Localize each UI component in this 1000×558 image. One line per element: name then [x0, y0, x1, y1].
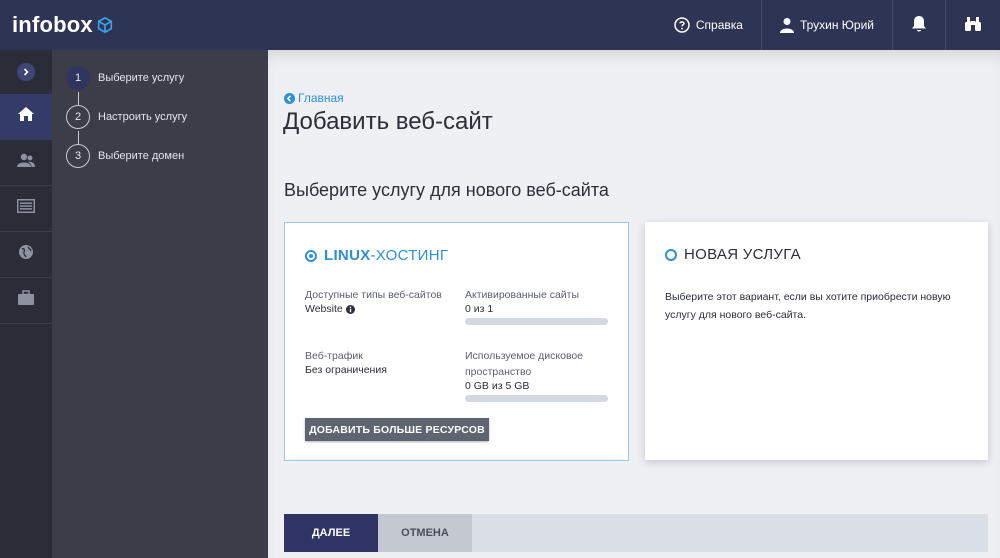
top-bar: infobox Справка Трухин Юрий — [0, 0, 1000, 50]
step-3[interactable]: 3 Выберите домен — [66, 144, 184, 168]
users-icon — [17, 153, 35, 172]
step-number: 2 — [66, 105, 90, 129]
add-resources-button[interactable]: ДОБАВИТЬ БОЛЬШЕ РЕСУРСОВ — [305, 418, 489, 441]
step-number: 1 — [66, 66, 90, 90]
service-card-linux-hosting[interactable]: LINUX-ХОСТИНГ Доступные типы веб-сайтов … — [284, 222, 629, 461]
service-card-new[interactable]: НОВАЯ УСЛУГА Выберите этот вариант, если… — [645, 222, 988, 460]
user-label: Трухин Юрий — [799, 18, 874, 32]
card-title-text: НОВАЯ УСЛУГА — [684, 246, 801, 263]
step-connector — [77, 131, 79, 144]
chevron-right-icon — [17, 63, 35, 81]
step-label: Настроить услугу — [98, 111, 188, 123]
binoculars-icon — [964, 16, 982, 35]
notifications-button[interactable] — [892, 0, 945, 50]
search-button[interactable] — [945, 0, 1000, 50]
step-number: 3 — [66, 144, 90, 168]
card-description: Выберите этот вариант, если вы хотите пр… — [665, 291, 951, 321]
site-types-value: Website — [305, 303, 355, 315]
activated-value: 0 из 1 — [465, 303, 494, 315]
info-icon[interactable] — [345, 304, 355, 314]
radio-selected[interactable] — [305, 249, 317, 262]
cube-icon — [97, 16, 112, 34]
icon-rail — [0, 50, 52, 558]
list-icon — [17, 199, 35, 218]
traffic-value: Без ограничения — [305, 364, 387, 376]
step-2[interactable]: 2 Настроить услугу — [66, 105, 187, 129]
breadcrumb-home[interactable]: Главная — [284, 91, 344, 105]
globe-icon — [18, 244, 34, 265]
site-types-text: Website — [305, 303, 343, 315]
action-bar: ДАЛЕЕ ОТМЕНА — [284, 514, 988, 552]
help-label: Справка — [695, 18, 743, 32]
page-title: Добавить веб-сайт — [283, 108, 493, 135]
card-title: НОВАЯ УСЛУГА — [665, 246, 801, 263]
activated-progress-bar — [465, 318, 608, 325]
activated-label: Активированные сайты — [465, 289, 580, 301]
nav-services[interactable] — [0, 278, 52, 324]
step-label: Выберите услугу — [98, 72, 185, 84]
title-prefix: LINUX — [324, 247, 371, 264]
disk-value: 0 GB из 5 GB — [465, 380, 530, 392]
traffic-label: Веб-трафик — [305, 350, 363, 362]
step-label: Выберите домен — [98, 150, 185, 162]
card-title: LINUX-ХОСТИНГ — [305, 247, 448, 264]
cancel-button[interactable]: ОТМЕНА — [378, 514, 472, 552]
nav-billing[interactable] — [0, 186, 52, 232]
wizard-steps: 1 Выберите услугу 2 Настроить услугу 3 В… — [52, 50, 268, 558]
logo-text: infobox — [12, 12, 93, 37]
next-button[interactable]: ДАЛЕЕ — [284, 514, 378, 552]
briefcase-icon — [17, 290, 35, 311]
home-icon — [17, 106, 35, 127]
nav-users[interactable] — [0, 140, 52, 186]
step-connector — [77, 92, 79, 105]
nav-home[interactable] — [0, 94, 52, 140]
site-types-label: Доступные типы веб-сайтов — [305, 289, 442, 301]
nav-domains[interactable] — [0, 232, 52, 278]
logo[interactable]: infobox — [12, 12, 114, 38]
main-content: Главная Добавить веб-сайт Выберите услуг… — [268, 50, 1000, 558]
user-icon — [779, 17, 794, 33]
title-suffix: -ХОСТИНГ — [370, 247, 449, 264]
user-menu[interactable]: Трухин Юрий — [760, 0, 892, 50]
arrow-left-circle-icon — [284, 92, 295, 104]
help-link[interactable]: Справка — [656, 0, 761, 50]
radio-unselected[interactable] — [665, 248, 677, 261]
step-1[interactable]: 1 Выберите услугу — [66, 66, 184, 90]
help-icon — [674, 17, 690, 33]
section-title: Выберите услугу для нового веб-сайта — [284, 180, 609, 200]
disk-label: Используемое дисковое пространство — [465, 350, 584, 378]
disk-progress-bar — [465, 395, 608, 402]
collapse-toggle[interactable] — [0, 50, 52, 94]
bell-icon — [911, 15, 927, 36]
breadcrumb-label: Главная — [298, 91, 344, 105]
